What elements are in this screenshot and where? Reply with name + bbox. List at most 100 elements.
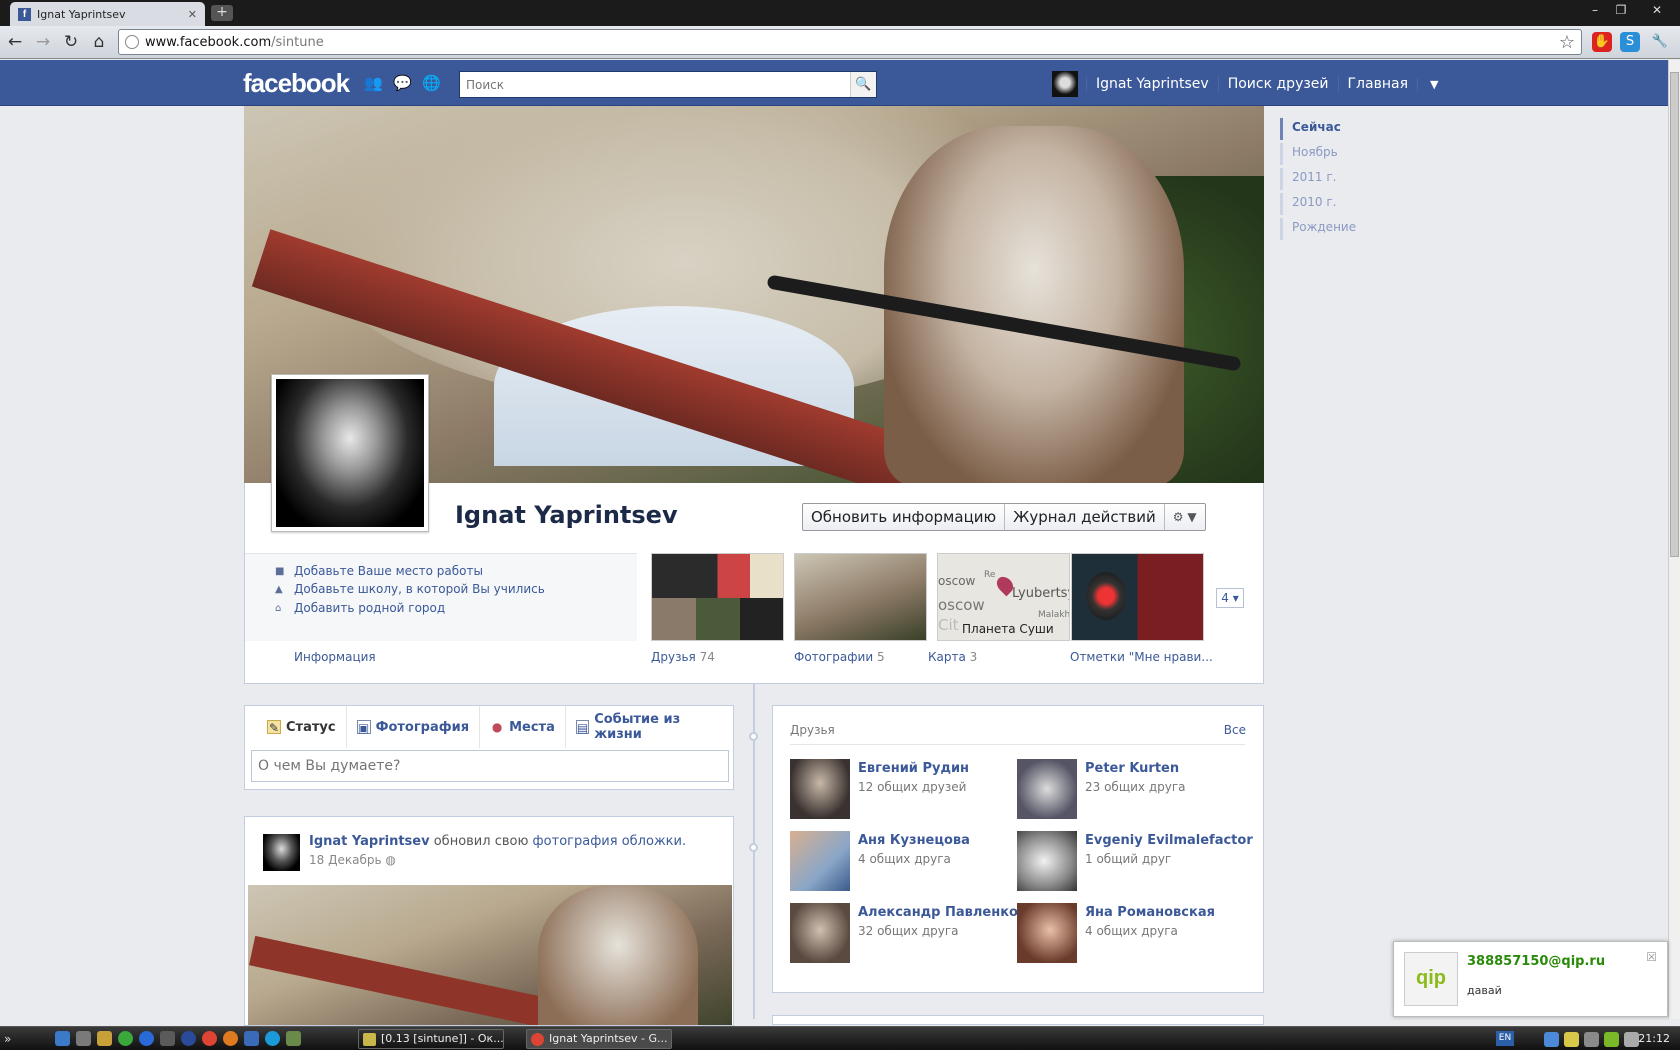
notifications-globe-icon[interactable]: 🌐 xyxy=(422,75,441,91)
friend-avatar[interactable] xyxy=(790,831,850,891)
post-cover-image[interactable] xyxy=(248,885,732,1025)
clock[interactable]: 21:12 xyxy=(1638,1032,1670,1045)
tab-photo[interactable]: ▣ Фотография xyxy=(347,706,481,748)
adblock-icon[interactable]: ✋ xyxy=(1592,32,1612,52)
timeline-nav-2011[interactable]: 2011 г. xyxy=(1280,168,1356,193)
app-icon[interactable] xyxy=(139,1031,154,1046)
profile-picture[interactable] xyxy=(271,374,429,532)
tab-places[interactable]: ● Места xyxy=(480,706,566,748)
account-menu-chevron-down-icon[interactable]: ▼ xyxy=(1417,77,1447,91)
friend-requests-icon[interactable]: 👥 xyxy=(364,75,383,91)
scrollbar-thumb[interactable] xyxy=(1670,72,1679,557)
bookmark-star-icon[interactable]: ☆ xyxy=(1559,32,1575,53)
search-input[interactable] xyxy=(460,72,850,97)
network-icon[interactable] xyxy=(1544,1032,1559,1047)
status-input[interactable] xyxy=(251,750,729,782)
timeline-nav-november[interactable]: Ноябрь xyxy=(1280,143,1356,168)
explorer-icon[interactable] xyxy=(76,1031,91,1046)
chrome-icon[interactable] xyxy=(202,1031,217,1046)
friend-avatar[interactable] xyxy=(1017,831,1077,891)
friend-avatar[interactable] xyxy=(790,903,850,963)
close-tab-icon[interactable]: ✕ xyxy=(188,8,197,21)
tray-icon[interactable] xyxy=(1584,1032,1599,1047)
friends-tab-label[interactable]: Друзья 74 xyxy=(651,650,715,664)
minimize-icon[interactable]: – xyxy=(1584,2,1606,18)
restore-icon[interactable]: ❐ xyxy=(1610,2,1632,18)
volume-icon[interactable] xyxy=(1624,1032,1639,1047)
settings-gear-icon[interactable]: ⚙ ▼ xyxy=(1165,504,1205,530)
browser-tab[interactable]: f Ignat Yaprintsev ✕ xyxy=(10,2,205,26)
info-tab-label[interactable]: Информация xyxy=(294,650,376,664)
page-info-icon[interactable] xyxy=(125,35,139,49)
add-work-link[interactable]: ■ Добавьте Ваше место работы xyxy=(275,564,483,578)
qip-notification[interactable]: qip 388857150@qip.ru давай ☒ xyxy=(1393,941,1668,1017)
friend-avatar[interactable] xyxy=(1017,759,1077,819)
post-author-link[interactable]: Ignat Yaprintsev xyxy=(309,834,430,849)
map-tab-label[interactable]: Карта 3 xyxy=(928,650,977,664)
language-indicator[interactable]: EN xyxy=(1496,1031,1514,1046)
tool-icon[interactable] xyxy=(97,1031,112,1046)
friend-item[interactable]: Evgeniy Evilmalefactor 1 общий друг xyxy=(1017,831,1253,891)
friend-avatar[interactable] xyxy=(790,759,850,819)
close-window-icon[interactable]: ✕ xyxy=(1646,2,1668,18)
taskbar-window-2[interactable]: Ignat Yaprintsev - G... xyxy=(526,1029,672,1049)
wrench-menu-icon[interactable]: 🔧 xyxy=(1650,32,1670,52)
friend-item[interactable]: Аня Кузнецова 4 общих друга xyxy=(790,831,970,891)
add-hometown-link[interactable]: ⌂ Добавить родной город xyxy=(275,601,445,615)
tab-life-event[interactable]: ▤ Событие из жизни xyxy=(566,706,733,748)
close-notification-icon[interactable]: ☒ xyxy=(1646,950,1657,964)
photos-tab-label[interactable]: Фотографии 5 xyxy=(794,650,885,664)
friends-see-all-link[interactable]: Все xyxy=(1224,723,1246,737)
post-author-avatar[interactable] xyxy=(263,834,300,871)
facebook-logo[interactable]: facebook xyxy=(243,68,350,99)
profile-name[interactable]: Ignat Yaprintsev xyxy=(455,501,678,529)
nvidia-icon[interactable] xyxy=(1604,1032,1619,1047)
update-info-button[interactable]: Обновить информацию xyxy=(803,504,1006,530)
friends-box-title[interactable]: Друзья xyxy=(790,723,1245,745)
nav-find-friends-link[interactable]: Поиск друзей xyxy=(1217,76,1338,92)
app2-icon[interactable] xyxy=(244,1031,259,1046)
activity-log-button[interactable]: Журнал действий xyxy=(1005,504,1165,530)
nav-profile-link[interactable]: Ignat Yaprintsev xyxy=(1086,76,1218,92)
reload-icon[interactable]: ↻ xyxy=(60,31,82,53)
media-player-icon[interactable] xyxy=(181,1031,196,1046)
timeline-nav-born[interactable]: Рождение xyxy=(1280,218,1356,243)
new-tab-button[interactable]: + xyxy=(211,5,233,21)
user-avatar[interactable] xyxy=(1052,71,1078,97)
messages-icon[interactable]: 💬 xyxy=(393,75,412,91)
friend-item[interactable]: Евгений Рудин 12 общих друзей xyxy=(790,759,969,819)
home-icon[interactable]: ⌂ xyxy=(88,31,110,53)
tray-icon[interactable] xyxy=(1564,1032,1579,1047)
friends-thumbnail[interactable] xyxy=(651,553,784,641)
tab-status[interactable]: ✎ Статус xyxy=(257,706,347,748)
app3-icon[interactable] xyxy=(286,1031,301,1046)
map-thumbnail[interactable]: oscow Re oscow Lyubertsy Cit Malakh План… xyxy=(937,553,1070,641)
more-sections-dropdown[interactable]: 4 ▾ xyxy=(1216,588,1244,608)
winamp-icon[interactable] xyxy=(160,1031,175,1046)
likes-thumbnail[interactable] xyxy=(1071,553,1204,641)
skype-icon[interactable] xyxy=(265,1031,280,1046)
post-date[interactable]: 18 Декабрь ◍ xyxy=(309,853,396,867)
forward-arrow-icon[interactable]: → xyxy=(32,31,54,53)
photos-thumbnail[interactable] xyxy=(794,553,927,641)
address-bar[interactable]: www.facebook.com/sintune ☆ xyxy=(118,29,1582,55)
add-school-link[interactable]: ▲ Добавьте школу, в которой Вы учились xyxy=(275,582,545,596)
ie-icon[interactable] xyxy=(55,1031,70,1046)
friend-avatar[interactable] xyxy=(1017,903,1077,963)
start-menu-icon[interactable]: » xyxy=(4,1030,38,1048)
friend-item[interactable]: Яна Романовская 4 общих друга xyxy=(1017,903,1215,963)
utorrent-icon[interactable] xyxy=(118,1031,133,1046)
likes-tab-label[interactable]: Отметки "Мне нрави... xyxy=(1070,650,1213,664)
back-arrow-icon[interactable]: ← xyxy=(4,31,26,53)
friend-item[interactable]: Александр Павленко 32 общих друга xyxy=(790,903,1018,963)
timeline-nav-2010[interactable]: 2010 г. xyxy=(1280,193,1356,218)
taskbar-window-1[interactable]: [0.13 [sintune]] - Ок... xyxy=(358,1029,504,1049)
skype-extension-icon[interactable]: S xyxy=(1620,32,1640,52)
timeline-nav-now[interactable]: Сейчас xyxy=(1280,118,1356,143)
nav-home-link[interactable]: Главная xyxy=(1337,76,1417,92)
search-icon[interactable]: 🔍 xyxy=(850,72,876,97)
firefox-icon[interactable] xyxy=(223,1031,238,1046)
friend-item[interactable]: Peter Kurten 23 общих друга xyxy=(1017,759,1186,819)
page-scrollbar[interactable] xyxy=(1668,60,1680,1019)
post-object-link[interactable]: фотография обложки. xyxy=(533,834,687,849)
